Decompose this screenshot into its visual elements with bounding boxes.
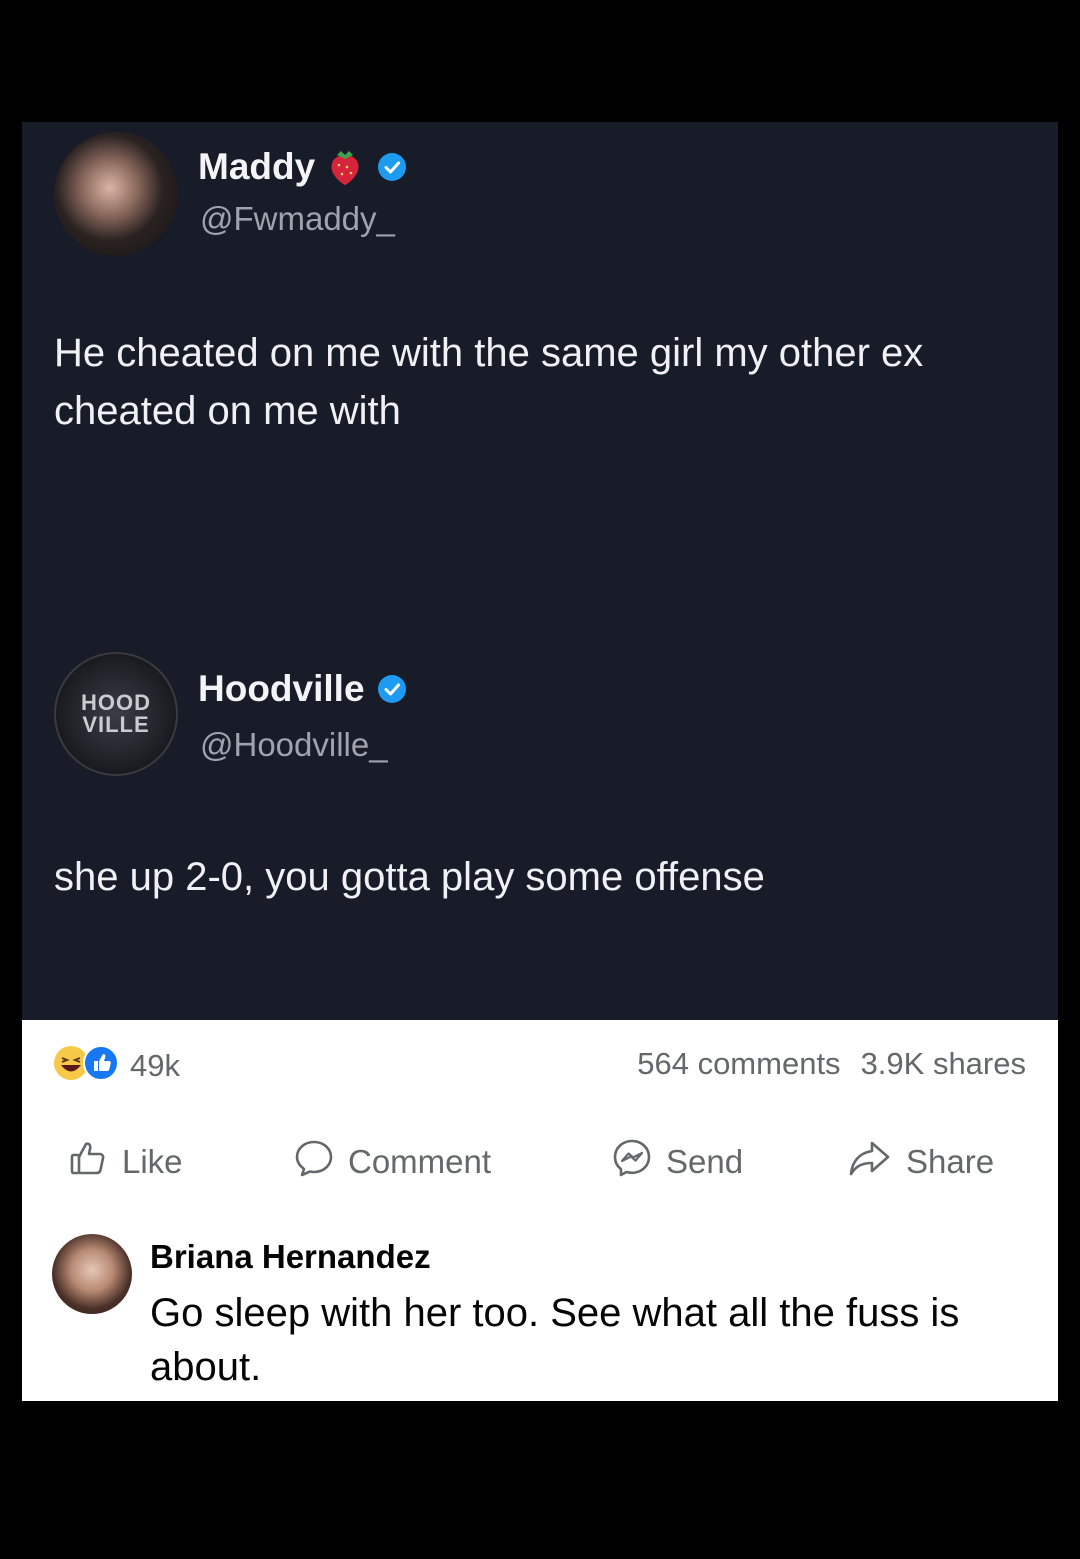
send-button[interactable]: Send [612,1138,743,1186]
tweet-screenshot-card: Maddy @Fwmaddy_ He cheated on me with th… [22,122,1058,1020]
verified-badge-icon [377,152,407,182]
tweet2-author-name[interactable]: Hoodville [198,668,365,710]
send-label: Send [666,1143,744,1180]
share-label: Share [906,1143,995,1180]
tweet2-handle[interactable]: @Hoodville_ [200,726,388,764]
verified-badge-icon [377,674,407,704]
tweet1-text: He cheated on me with the same girl my o… [54,331,924,433]
messenger-icon [612,1138,666,1186]
comments-count[interactable]: 564 comments [637,1046,840,1082]
share-button[interactable]: Share [848,1138,994,1186]
strawberry-icon [325,147,365,187]
tweet1-handle[interactable]: @Fwmaddy_ [200,200,395,238]
comment-button[interactable]: Comment [294,1138,491,1186]
comment-label: Comment [348,1143,492,1180]
comment-text: Go sleep with her too. See what all the … [150,1291,960,1389]
maddy-avatar[interactable] [54,132,178,256]
tweet2-name-row: Hoodville [198,668,407,710]
hoodville-avatar[interactable]: HOOD VILLE [54,652,178,776]
reactions-summary[interactable]: 49k [52,1044,180,1087]
action-bar: Like Comment Send Share [22,1138,1058,1188]
thumbs-up-icon [68,1138,122,1186]
tweet1-name-row: Maddy [198,146,407,188]
like-button[interactable]: Like [68,1138,183,1186]
comment-bubble-icon [294,1138,348,1186]
like-label: Like [122,1143,183,1180]
tweet1-author-name[interactable]: Maddy [198,146,315,188]
tweet2-text: she up 2-0, you gotta play some offense [54,855,765,899]
reaction-count: 49k [130,1047,180,1083]
hoodville-logo: HOOD VILLE [81,690,151,737]
shares-count[interactable]: 3.9K shares [861,1046,1026,1082]
like-reaction-icon [82,1044,120,1087]
commenter-avatar[interactable] [52,1234,132,1314]
facebook-post-footer: 49k 564 comments 3.9K shares Like Commen… [22,1020,1058,1401]
commenter-name[interactable]: Briana Hernandez [150,1238,431,1276]
post-stats: 564 comments 3.9K shares [637,1046,1026,1082]
share-arrow-icon [848,1138,906,1186]
